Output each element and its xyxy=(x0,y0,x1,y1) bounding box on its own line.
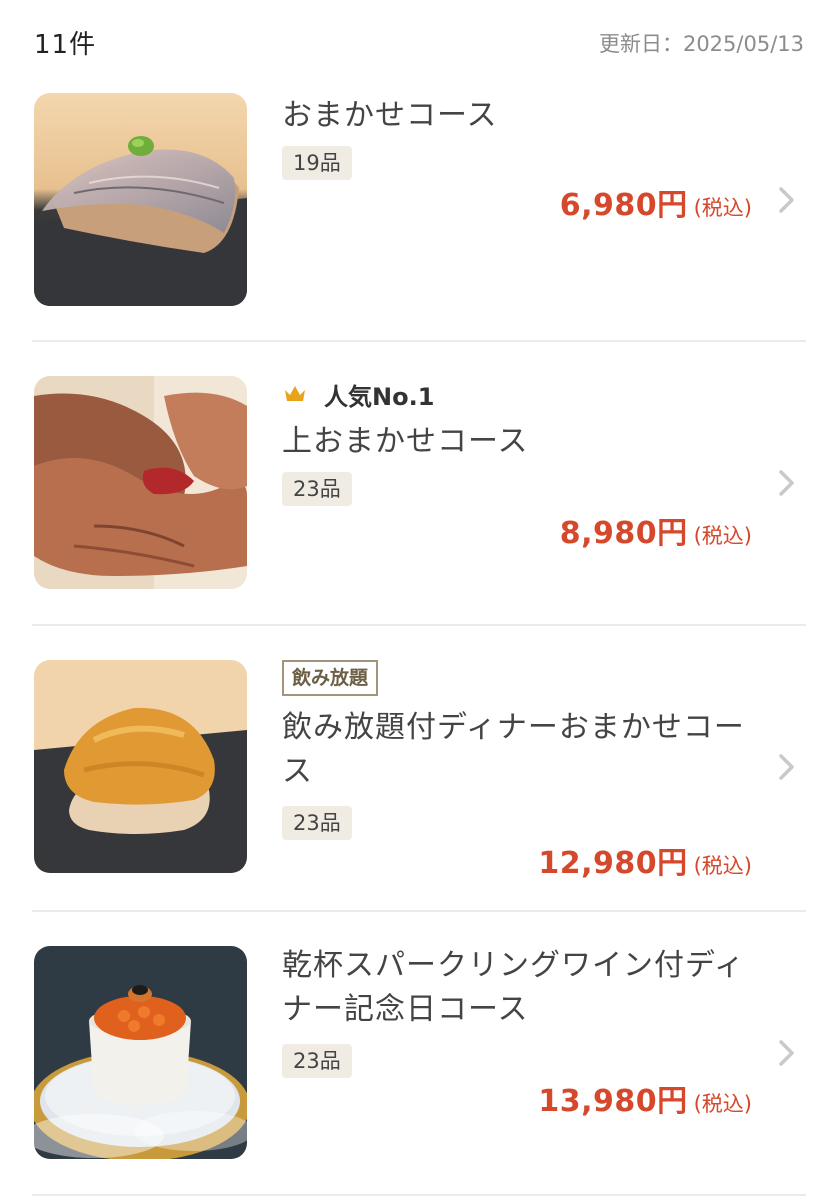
dish-count-badge: 23品 xyxy=(282,1044,352,1078)
tax-label: (税込) xyxy=(693,854,752,878)
price-value: 6,980円 xyxy=(559,188,688,223)
course-item[interactable]: 乾杯スパークリングワイン付ディ ナー記念日コース 23品 13,980円 (税込) xyxy=(0,912,838,1196)
course-title-line2: ス xyxy=(282,754,313,789)
tax-label: (税込) xyxy=(693,524,752,548)
price: 13,980円 (税込) xyxy=(538,1076,752,1120)
chevron-right-icon[interactable] xyxy=(776,468,798,498)
course-info: 人気No.1 上おまかせコース 23品 xyxy=(282,376,752,506)
course-item[interactable]: おまかせコース 19品 6,980円 (税込) xyxy=(0,84,838,342)
course-title-line2: ナー記念日コース xyxy=(282,992,529,1027)
ikura-cup-photo xyxy=(34,946,247,1159)
course-title-line1: 飲み放題付ディナーおまかせコー xyxy=(282,710,745,745)
price: 12,980円 (税込) xyxy=(538,838,752,882)
course-title: 上おまかせコース xyxy=(282,424,529,459)
chevron-right-icon[interactable] xyxy=(776,752,798,782)
divider xyxy=(32,1194,806,1196)
popular-badge: 人気No.1 xyxy=(282,376,752,412)
course-title: 飲み放題付ディナーおまかせコー ス xyxy=(282,706,752,794)
drink-tag: 飲み放題 xyxy=(282,660,379,696)
course-item[interactable]: 飲み放題 飲み放題付ディナーおまかせコー ス 23品 12,980円 (税込) xyxy=(0,626,838,912)
uni-nigiri-photo xyxy=(34,660,247,873)
aji-nigiri-photo xyxy=(34,93,247,306)
dish-count-badge: 23品 xyxy=(282,472,352,506)
list-header: 11件 更新日：2025/05/13 xyxy=(0,0,838,84)
course-title: 乾杯スパークリングワイン付ディ ナー記念日コース xyxy=(282,944,752,1032)
crown-icon xyxy=(285,386,305,401)
chevron-right-icon[interactable] xyxy=(776,185,798,215)
price-value: 13,980円 xyxy=(538,1084,688,1119)
course-title-line1: 乾杯スパークリングワイン付ディ xyxy=(282,948,745,983)
course-info: 乾杯スパークリングワイン付ディ ナー記念日コース 23品 xyxy=(282,944,752,1078)
popular-label: 人気No.1 xyxy=(324,382,435,411)
tuna-hands-photo xyxy=(34,376,247,589)
dish-count-badge: 19品 xyxy=(282,146,352,180)
course-title: おまかせコース xyxy=(282,98,498,133)
updated-date: 更新日：2025/05/13 xyxy=(598,32,804,56)
tax-label: (税込) xyxy=(693,196,752,220)
tax-label: (税込) xyxy=(693,1092,752,1116)
price-value: 8,980円 xyxy=(559,516,688,551)
price-value: 12,980円 xyxy=(538,846,688,881)
price: 8,980円 (税込) xyxy=(560,508,752,552)
course-info: おまかせコース 19品 xyxy=(282,94,752,180)
dish-count-badge: 23品 xyxy=(282,806,352,840)
course-info: 飲み放題 飲み放題付ディナーおまかせコー ス 23品 xyxy=(282,660,752,840)
course-item[interactable]: 人気No.1 上おまかせコース 23品 8,980円 (税込) xyxy=(0,342,838,626)
chevron-right-icon[interactable] xyxy=(776,1038,798,1068)
result-count: 11件 xyxy=(34,30,97,60)
price: 6,980円 (税込) xyxy=(560,180,752,224)
